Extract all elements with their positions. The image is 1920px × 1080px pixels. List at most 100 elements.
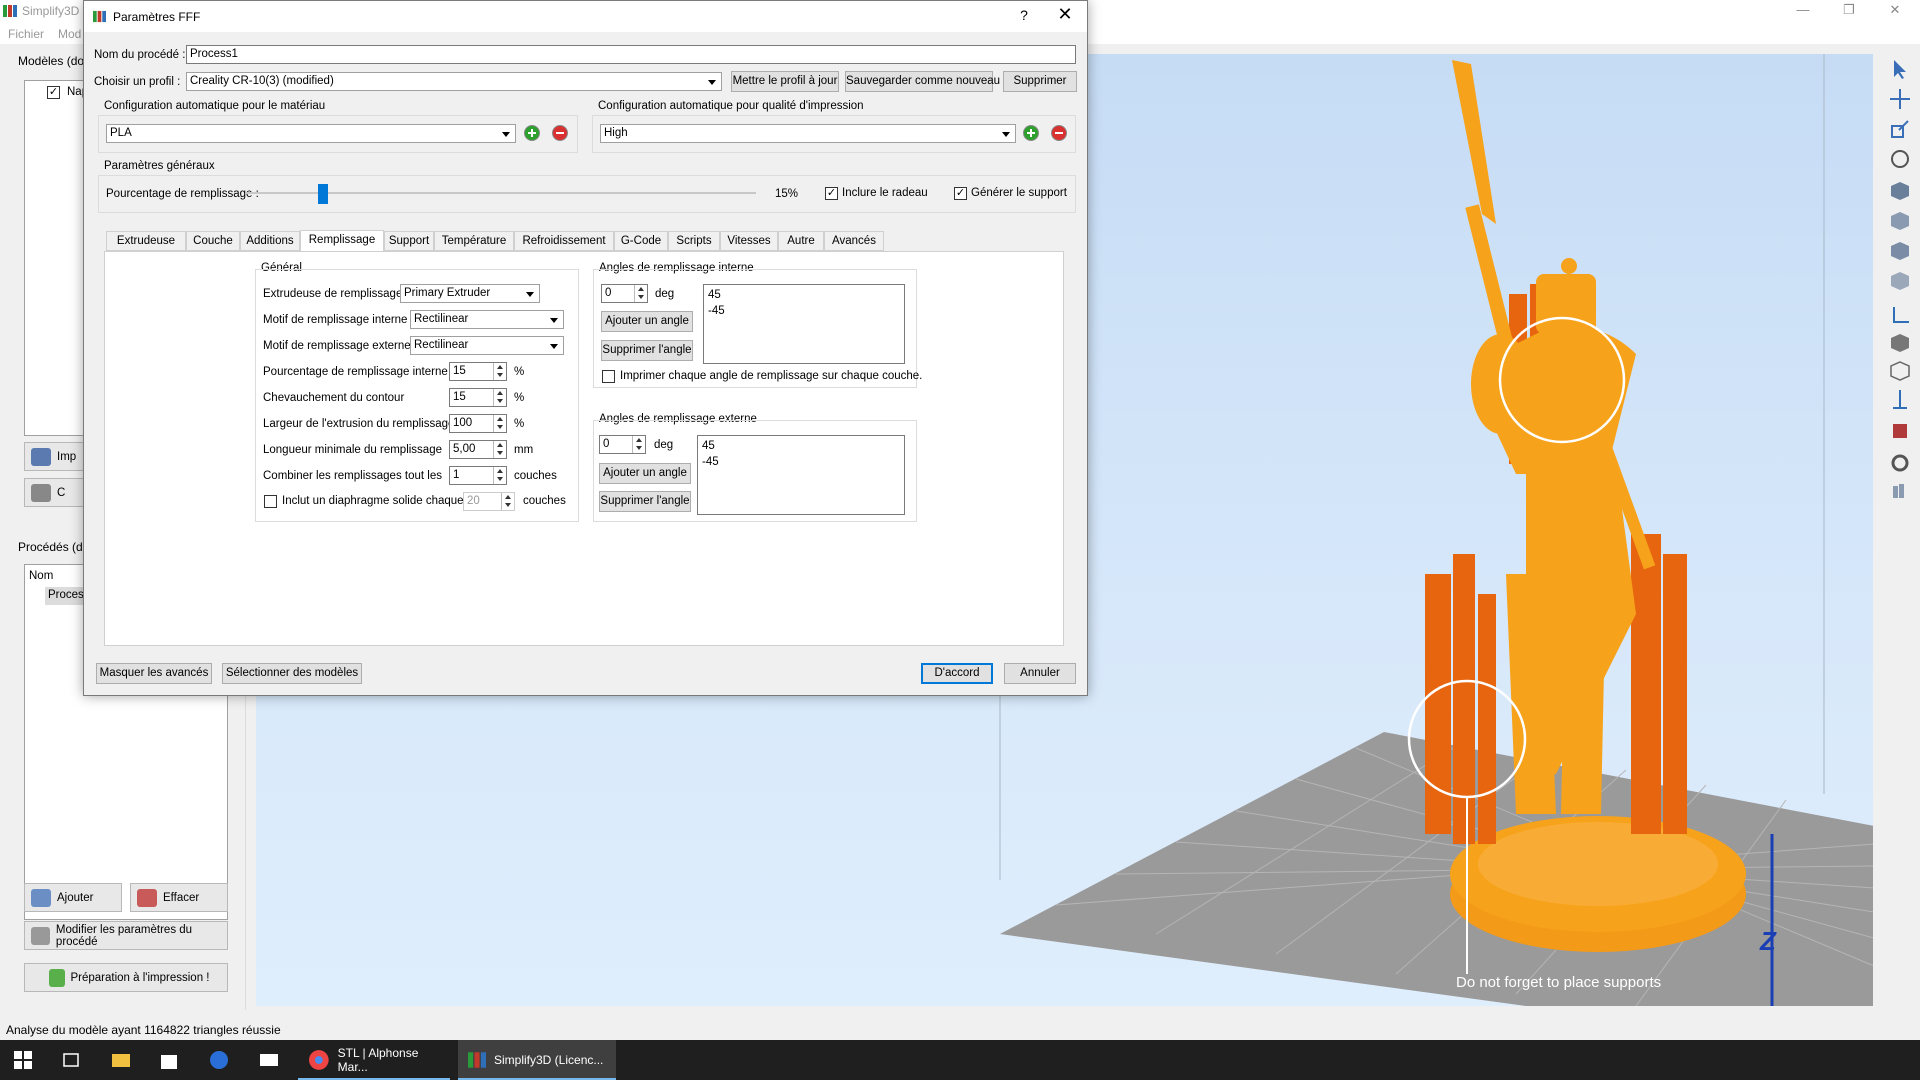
spinner-arrows-icon[interactable] — [493, 363, 506, 380]
move-icon[interactable] — [1889, 88, 1911, 110]
tab-additions[interactable]: Additions — [240, 231, 300, 251]
tab-temperature[interactable]: Température — [434, 231, 514, 251]
center-button[interactable]: C — [24, 478, 84, 507]
internal-pattern-select[interactable]: Rectilinear — [410, 310, 564, 329]
close-icon[interactable]: ✕ — [1872, 2, 1918, 22]
remove-quality-icon[interactable] — [1051, 125, 1067, 141]
add-internal-angle-button[interactable]: Ajouter un angle — [601, 311, 693, 332]
model-checkbox[interactable]: ✓ — [47, 86, 60, 99]
outline-overlap-spinner[interactable]: 15 — [449, 388, 507, 407]
models-stack-icon[interactable] — [1889, 480, 1911, 502]
list-item[interactable]: 45 — [708, 287, 900, 303]
solid-diaphragm-checkbox[interactable] — [264, 495, 277, 508]
tab-scripts[interactable]: Scripts — [668, 231, 720, 251]
list-item[interactable]: 45 — [702, 438, 900, 454]
import-button[interactable]: Imp — [24, 442, 84, 471]
external-pattern-select[interactable]: Rectilinear — [410, 336, 564, 355]
help-icon[interactable]: ? — [1014, 7, 1034, 23]
add-material-icon[interactable] — [524, 125, 540, 141]
dialog-close-icon[interactable]: ✕ — [1050, 4, 1080, 25]
select-cursor-icon[interactable] — [1889, 58, 1911, 80]
cross-section-icon[interactable] — [1889, 388, 1911, 410]
prepare-print-button[interactable]: Préparation à l'impression ! — [24, 963, 228, 992]
edit-process-button[interactable]: Modifier les paramètres du procédé — [24, 921, 228, 950]
min-infill-length-spinner[interactable]: 5,00 — [449, 440, 507, 459]
taskbar-simplify3d[interactable]: Simplify3D (Licenc... — [458, 1040, 616, 1080]
internal-infill-pct-spinner[interactable]: 15 — [449, 362, 507, 381]
tab-layer[interactable]: Couche — [186, 231, 240, 251]
tab-advanced[interactable]: Avancés — [824, 231, 884, 251]
chrome-icon — [308, 1050, 329, 1070]
tab-other[interactable]: Autre — [778, 231, 824, 251]
add-quality-icon[interactable] — [1023, 125, 1039, 141]
dialog-titlebar[interactable]: Paramètres FFF ? ✕ — [84, 1, 1087, 32]
spinner-arrows-icon[interactable] — [634, 285, 647, 302]
scale-icon[interactable] — [1889, 118, 1911, 140]
taskbar-chrome[interactable]: STL | Alphonse Mar... — [298, 1040, 450, 1080]
wireframe-icon[interactable] — [1889, 360, 1911, 382]
extrusion-width-spinner[interactable]: 100 — [449, 414, 507, 433]
delete-process-button[interactable]: Effacer — [130, 883, 228, 912]
restore-icon[interactable]: ❐ — [1826, 2, 1872, 22]
update-profile-button[interactable]: Mettre le profil à jour — [731, 71, 839, 92]
view-front-icon[interactable] — [1889, 210, 1911, 232]
minimize-icon[interactable]: — — [1780, 2, 1826, 22]
tab-speeds[interactable]: Vitesses — [720, 231, 778, 251]
add-process-button[interactable]: Ajouter — [24, 883, 122, 912]
generate-support-checkbox[interactable]: ✓ — [954, 187, 967, 200]
view-iso-icon[interactable] — [1889, 180, 1911, 202]
file-explorer-icon[interactable] — [110, 1049, 132, 1071]
list-item[interactable]: -45 — [702, 454, 900, 470]
tab-gcode[interactable]: G-Code — [614, 231, 668, 251]
external-angles-list[interactable]: 45 -45 — [697, 435, 905, 515]
combine-infill-spinner[interactable]: 1 — [449, 466, 507, 485]
menu-models[interactable]: Mod — [58, 27, 81, 41]
internal-angles-list[interactable]: 45 -45 — [703, 284, 905, 364]
process-name-input[interactable]: Process1 — [186, 45, 1076, 64]
infill-slider-thumb[interactable] — [317, 184, 328, 204]
task-view-icon[interactable] — [60, 1049, 82, 1071]
settings-gear-icon[interactable] — [1889, 452, 1911, 474]
store-icon[interactable] — [158, 1049, 180, 1071]
material-select[interactable]: PLA — [106, 124, 516, 143]
spinner-arrows-icon[interactable] — [493, 389, 506, 406]
include-raft-checkbox[interactable]: ✓ — [825, 187, 838, 200]
save-as-new-button[interactable]: Sauvegarder comme nouveau — [845, 71, 1000, 92]
axes-icon[interactable] — [1889, 304, 1911, 326]
remove-material-icon[interactable] — [552, 125, 568, 141]
internal-angle-spinner[interactable]: 0 — [601, 284, 648, 303]
cancel-button[interactable]: Annuler — [1004, 663, 1076, 684]
select-models-button[interactable]: Sélectionner des modèles — [222, 663, 362, 684]
menu-file[interactable]: Fichier — [8, 27, 44, 41]
add-external-angle-button[interactable]: Ajouter un angle — [599, 463, 691, 484]
infill-extruder-select[interactable]: Primary Extruder — [400, 284, 540, 303]
hide-advanced-button[interactable]: Masquer les avancés — [96, 663, 212, 684]
profile-select[interactable]: Creality CR-10(3) (modified) — [186, 72, 722, 91]
view-top-icon[interactable] — [1889, 240, 1911, 262]
rotate-icon[interactable] — [1889, 148, 1911, 170]
quality-select[interactable]: High — [600, 124, 1016, 143]
list-item[interactable]: -45 — [708, 303, 900, 319]
profile-label: Choisir un profil : — [94, 76, 181, 88]
mail-icon[interactable] — [258, 1049, 280, 1071]
print-every-angle-checkbox[interactable] — [602, 370, 615, 383]
solid-view-icon[interactable] — [1889, 332, 1911, 354]
spinner-arrows-icon[interactable] — [493, 467, 506, 484]
supports-icon[interactable] — [1889, 420, 1911, 442]
tab-support[interactable]: Support — [384, 231, 434, 251]
remove-internal-angle-button[interactable]: Supprimer l'angle — [601, 340, 693, 361]
external-angle-spinner[interactable]: 0 — [599, 435, 646, 454]
spinner-arrows-icon[interactable] — [632, 436, 645, 453]
delete-gear-icon — [137, 888, 157, 907]
view-side-icon[interactable] — [1889, 270, 1911, 292]
spinner-arrows-icon[interactable] — [493, 441, 506, 458]
app-icon[interactable] — [208, 1049, 230, 1071]
tab-infill[interactable]: Remplissage — [300, 230, 384, 252]
delete-profile-button[interactable]: Supprimer — [1003, 71, 1077, 92]
ok-button[interactable]: D'accord — [921, 663, 993, 684]
tab-extruder[interactable]: Extrudeuse — [106, 231, 186, 251]
spinner-arrows-icon[interactable] — [493, 415, 506, 432]
windows-start-icon[interactable] — [12, 1049, 34, 1071]
remove-external-angle-button[interactable]: Supprimer l'angle — [599, 491, 691, 512]
tab-cooling[interactable]: Refroidissement — [514, 231, 614, 251]
